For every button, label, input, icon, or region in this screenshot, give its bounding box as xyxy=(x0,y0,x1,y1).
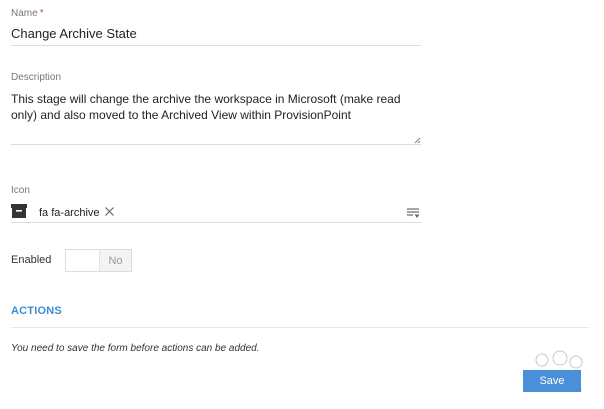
icon-picker-icon[interactable] xyxy=(407,208,420,219)
icon-label: Icon xyxy=(11,185,30,196)
archive-icon xyxy=(11,204,27,218)
required-marker: * xyxy=(39,8,44,19)
resize-grip-icon[interactable] xyxy=(413,136,421,144)
name-input[interactable]: Change Archive State xyxy=(11,26,137,41)
name-label: Name * xyxy=(11,8,44,19)
icon-underline xyxy=(11,222,421,223)
icon-value: fa fa-archive xyxy=(39,207,100,219)
actions-divider xyxy=(11,327,589,328)
toggle-knob xyxy=(66,250,100,271)
save-button[interactable]: Save xyxy=(523,370,581,392)
description-textarea[interactable]: This stage will change the archive the w… xyxy=(11,91,416,123)
stage-form-page: Name * Change Archive State Description T… xyxy=(0,0,604,409)
description-underline xyxy=(11,144,421,145)
enabled-toggle[interactable]: No xyxy=(65,249,132,272)
name-underline xyxy=(11,45,421,46)
name-label-text: Name xyxy=(11,8,38,19)
actions-heading: ACTIONS xyxy=(11,305,62,317)
clear-icon[interactable] xyxy=(104,206,115,217)
actions-note: You need to save the form before actions… xyxy=(11,343,260,354)
description-label: Description xyxy=(11,72,62,83)
toggle-state-text: No xyxy=(100,250,131,271)
enabled-label: Enabled xyxy=(11,254,52,266)
